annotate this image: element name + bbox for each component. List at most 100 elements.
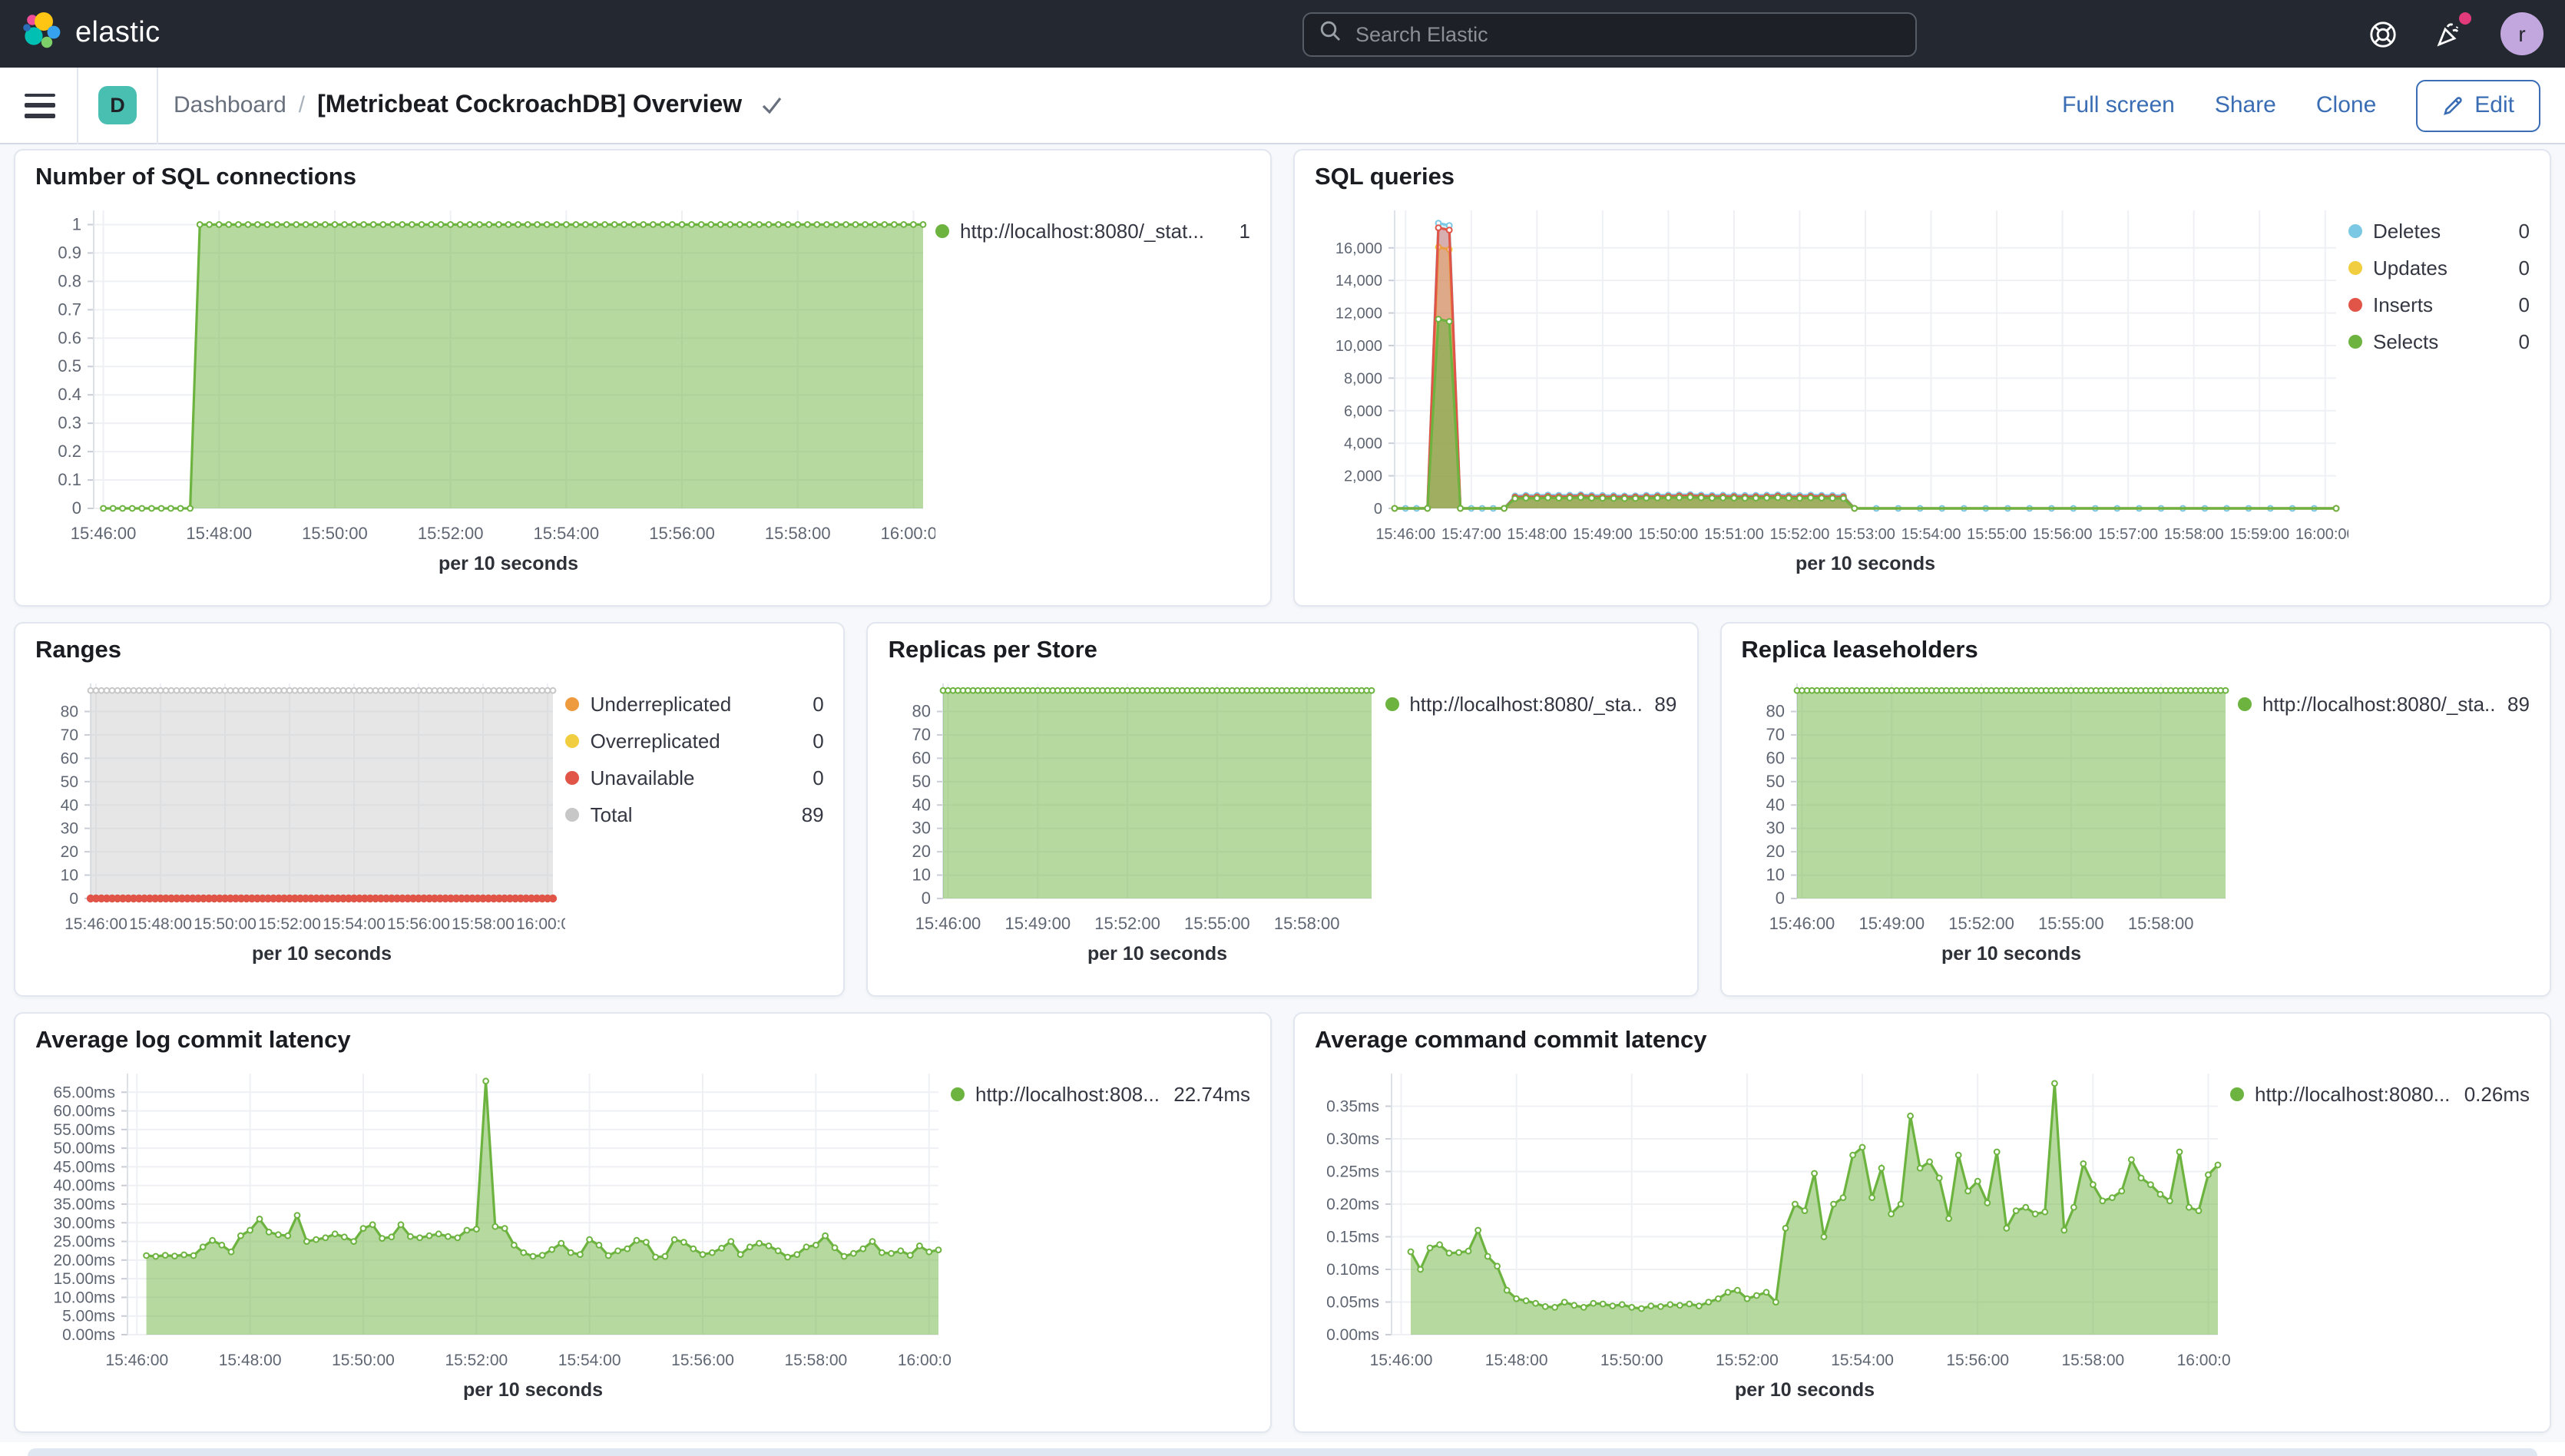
share-button[interactable]: Share — [2215, 92, 2276, 118]
legend-item[interactable]: http://localhost:8080/_sta...89 — [2238, 693, 2530, 716]
svg-text:10.00ms: 10.00ms — [53, 1289, 115, 1306]
user-avatar[interactable]: r — [2500, 12, 2543, 55]
panel-ranges: Ranges 15:46:0015:48:0015:50:0015:52:001… — [14, 622, 846, 997]
edit-button[interactable]: Edit — [2416, 79, 2540, 131]
legend-item[interactable]: Selects0 — [2348, 330, 2530, 353]
svg-text:15:52:00: 15:52:00 — [1095, 914, 1161, 933]
legend-item[interactable]: Overreplicated0 — [566, 730, 824, 753]
legend-item[interactable]: Inserts0 — [2348, 293, 2530, 316]
global-search[interactable] — [1302, 12, 1916, 56]
svg-text:16:00:00: 16:00:00 — [2177, 1352, 2230, 1369]
svg-text:15:58:00: 15:58:00 — [452, 915, 515, 933]
legend-item[interactable]: Total 89 — [566, 803, 824, 826]
legend-value: 89 — [1654, 693, 1676, 716]
svg-text:0.20ms: 0.20ms — [1326, 1196, 1379, 1213]
svg-text:15:56:00: 15:56:00 — [387, 915, 450, 933]
app-window: elastic — [0, 0, 2565, 1442]
chart-svg: 15:46:0015:48:0015:50:0015:52:0015:54:00… — [35, 668, 565, 972]
svg-text:8,000: 8,000 — [1344, 370, 1382, 387]
help-icon[interactable] — [2365, 17, 2399, 51]
news-feed-icon[interactable] — [2433, 17, 2467, 51]
svg-text:15:52:00: 15:52:00 — [418, 524, 484, 543]
elastic-brand[interactable]: elastic — [22, 10, 874, 58]
chart-legend: http://localhost:8080/_sta...89 — [1385, 668, 1676, 972]
svg-text:15:58:00: 15:58:00 — [784, 1352, 847, 1369]
panel-title: Average log commit latency — [35, 1027, 1250, 1055]
legend-label: Deletes — [2373, 220, 2507, 243]
svg-text:per 10 seconds: per 10 seconds — [1088, 943, 1228, 965]
chart-svg: 15:46:0015:49:0015:52:0015:55:0015:58:00… — [1741, 668, 2237, 972]
svg-text:0.25ms: 0.25ms — [1326, 1163, 1379, 1181]
svg-text:15:52:00: 15:52:00 — [1948, 914, 2014, 933]
legend-label: http://localhost:8080/_sta... — [2262, 693, 2495, 716]
svg-text:15:48:00: 15:48:00 — [1507, 526, 1567, 543]
brand-wordmark: elastic — [75, 17, 161, 51]
chart-svg: 15:46:0015:49:0015:52:0015:55:0015:58:00… — [889, 668, 1385, 972]
title-check-icon[interactable] — [760, 95, 783, 115]
legend-color-dot — [566, 771, 580, 785]
svg-text:20.00ms: 20.00ms — [53, 1252, 115, 1269]
svg-text:per 10 seconds: per 10 seconds — [252, 943, 392, 965]
svg-text:0.9: 0.9 — [58, 243, 81, 262]
chart-average-command-commit-latency: 15:46:0015:48:0015:50:0015:52:0015:54:00… — [1315, 1058, 2230, 1408]
chart-replica-leaseholders: 15:46:0015:49:0015:52:0015:55:0015:58:00… — [1741, 668, 2238, 972]
svg-text:15:46:00: 15:46:00 — [1370, 1352, 1433, 1369]
legend-color-dot — [2348, 261, 2362, 275]
svg-text:60: 60 — [61, 750, 78, 767]
svg-text:0: 0 — [72, 498, 81, 518]
legend-label: Unavailable — [591, 766, 801, 789]
svg-text:15:55:00: 15:55:00 — [1185, 914, 1251, 933]
chart-svg: 15:46:0015:47:0015:48:0015:49:0015:50:00… — [1315, 195, 2348, 582]
svg-text:40: 40 — [1766, 795, 1784, 814]
svg-text:55.00ms: 55.00ms — [53, 1121, 115, 1139]
chart-legend: http://localhost:8080... 0.26ms — [2230, 1058, 2530, 1408]
svg-text:15:50:00: 15:50:00 — [194, 915, 256, 933]
elastic-logo-icon — [22, 10, 61, 58]
svg-text:15:48:00: 15:48:00 — [219, 1352, 282, 1369]
legend-label: http://localhost:808... — [975, 1083, 1161, 1106]
legend-item[interactable]: Unavailable0 — [566, 766, 824, 789]
legend-item[interactable]: http://localhost:808...22.74ms — [951, 1083, 1250, 1106]
legend-value: 89 — [802, 803, 824, 826]
legend-value: 1 — [1239, 220, 1250, 243]
svg-text:15:54:00: 15:54:00 — [1831, 1352, 1894, 1369]
legend-item[interactable]: http://localhost:8080/_sta...89 — [1385, 693, 1676, 716]
chart-ranges: 15:46:0015:48:0015:50:0015:52:0015:54:00… — [35, 668, 566, 972]
legend-label: Underreplicated — [591, 693, 801, 716]
breadcrumb-dashboard[interactable]: Dashboard — [174, 92, 286, 118]
full-screen-button[interactable]: Full screen — [2062, 92, 2175, 118]
svg-text:0.5: 0.5 — [58, 356, 81, 376]
svg-text:15:46:00: 15:46:00 — [915, 914, 981, 933]
svg-text:15:52:00: 15:52:00 — [258, 915, 321, 933]
chart-legend: http://localhost:8080/_stat... 1 — [935, 195, 1250, 582]
legend-item[interactable]: http://localhost:8080/_stat... 1 — [935, 220, 1250, 243]
svg-text:15:54:00: 15:54:00 — [323, 915, 386, 933]
svg-text:30: 30 — [1766, 819, 1784, 838]
svg-text:30.00ms: 30.00ms — [53, 1214, 115, 1232]
chart-legend: Deletes0 Updates0 Inserts0 Selects0 — [2348, 195, 2530, 582]
search-input[interactable] — [1352, 21, 1899, 47]
panel-title: Replicas per Store — [889, 637, 1677, 665]
svg-text:50: 50 — [1766, 772, 1784, 791]
svg-text:per 10 seconds: per 10 seconds — [1796, 553, 1935, 574]
chart-replicas-per-store: 15:46:0015:49:0015:52:0015:55:0015:58:00… — [889, 668, 1385, 972]
legend-item[interactable]: Underreplicated0 — [566, 693, 824, 716]
menu-hamburger-icon[interactable] — [25, 93, 55, 117]
svg-text:0: 0 — [1775, 888, 1784, 908]
legend-label: http://localhost:8080... — [2255, 1083, 2452, 1106]
clone-button[interactable]: Clone — [2316, 92, 2376, 118]
svg-text:16,000: 16,000 — [1335, 240, 1382, 257]
top-bar: elastic — [0, 0, 2565, 68]
legend-item[interactable]: http://localhost:8080... 0.26ms — [2230, 1083, 2530, 1106]
svg-text:0.00ms: 0.00ms — [1326, 1326, 1379, 1344]
divider — [157, 67, 158, 144]
dashboard-canvas: Number of SQL connections 15:46:0015:48:… — [0, 144, 2565, 1456]
svg-text:15:58:00: 15:58:00 — [2061, 1352, 2124, 1369]
legend-item[interactable]: Deletes0 — [2348, 220, 2530, 243]
legend-value: 0.26ms — [2464, 1083, 2530, 1106]
legend-label: Total — [591, 803, 789, 826]
legend-label: http://localhost:8080/_stat... — [960, 220, 1227, 243]
legend-item[interactable]: Updates0 — [2348, 256, 2530, 280]
next-row-panel-edge — [28, 1448, 2537, 1456]
svg-text:16:00:00: 16:00:00 — [2295, 526, 2348, 543]
